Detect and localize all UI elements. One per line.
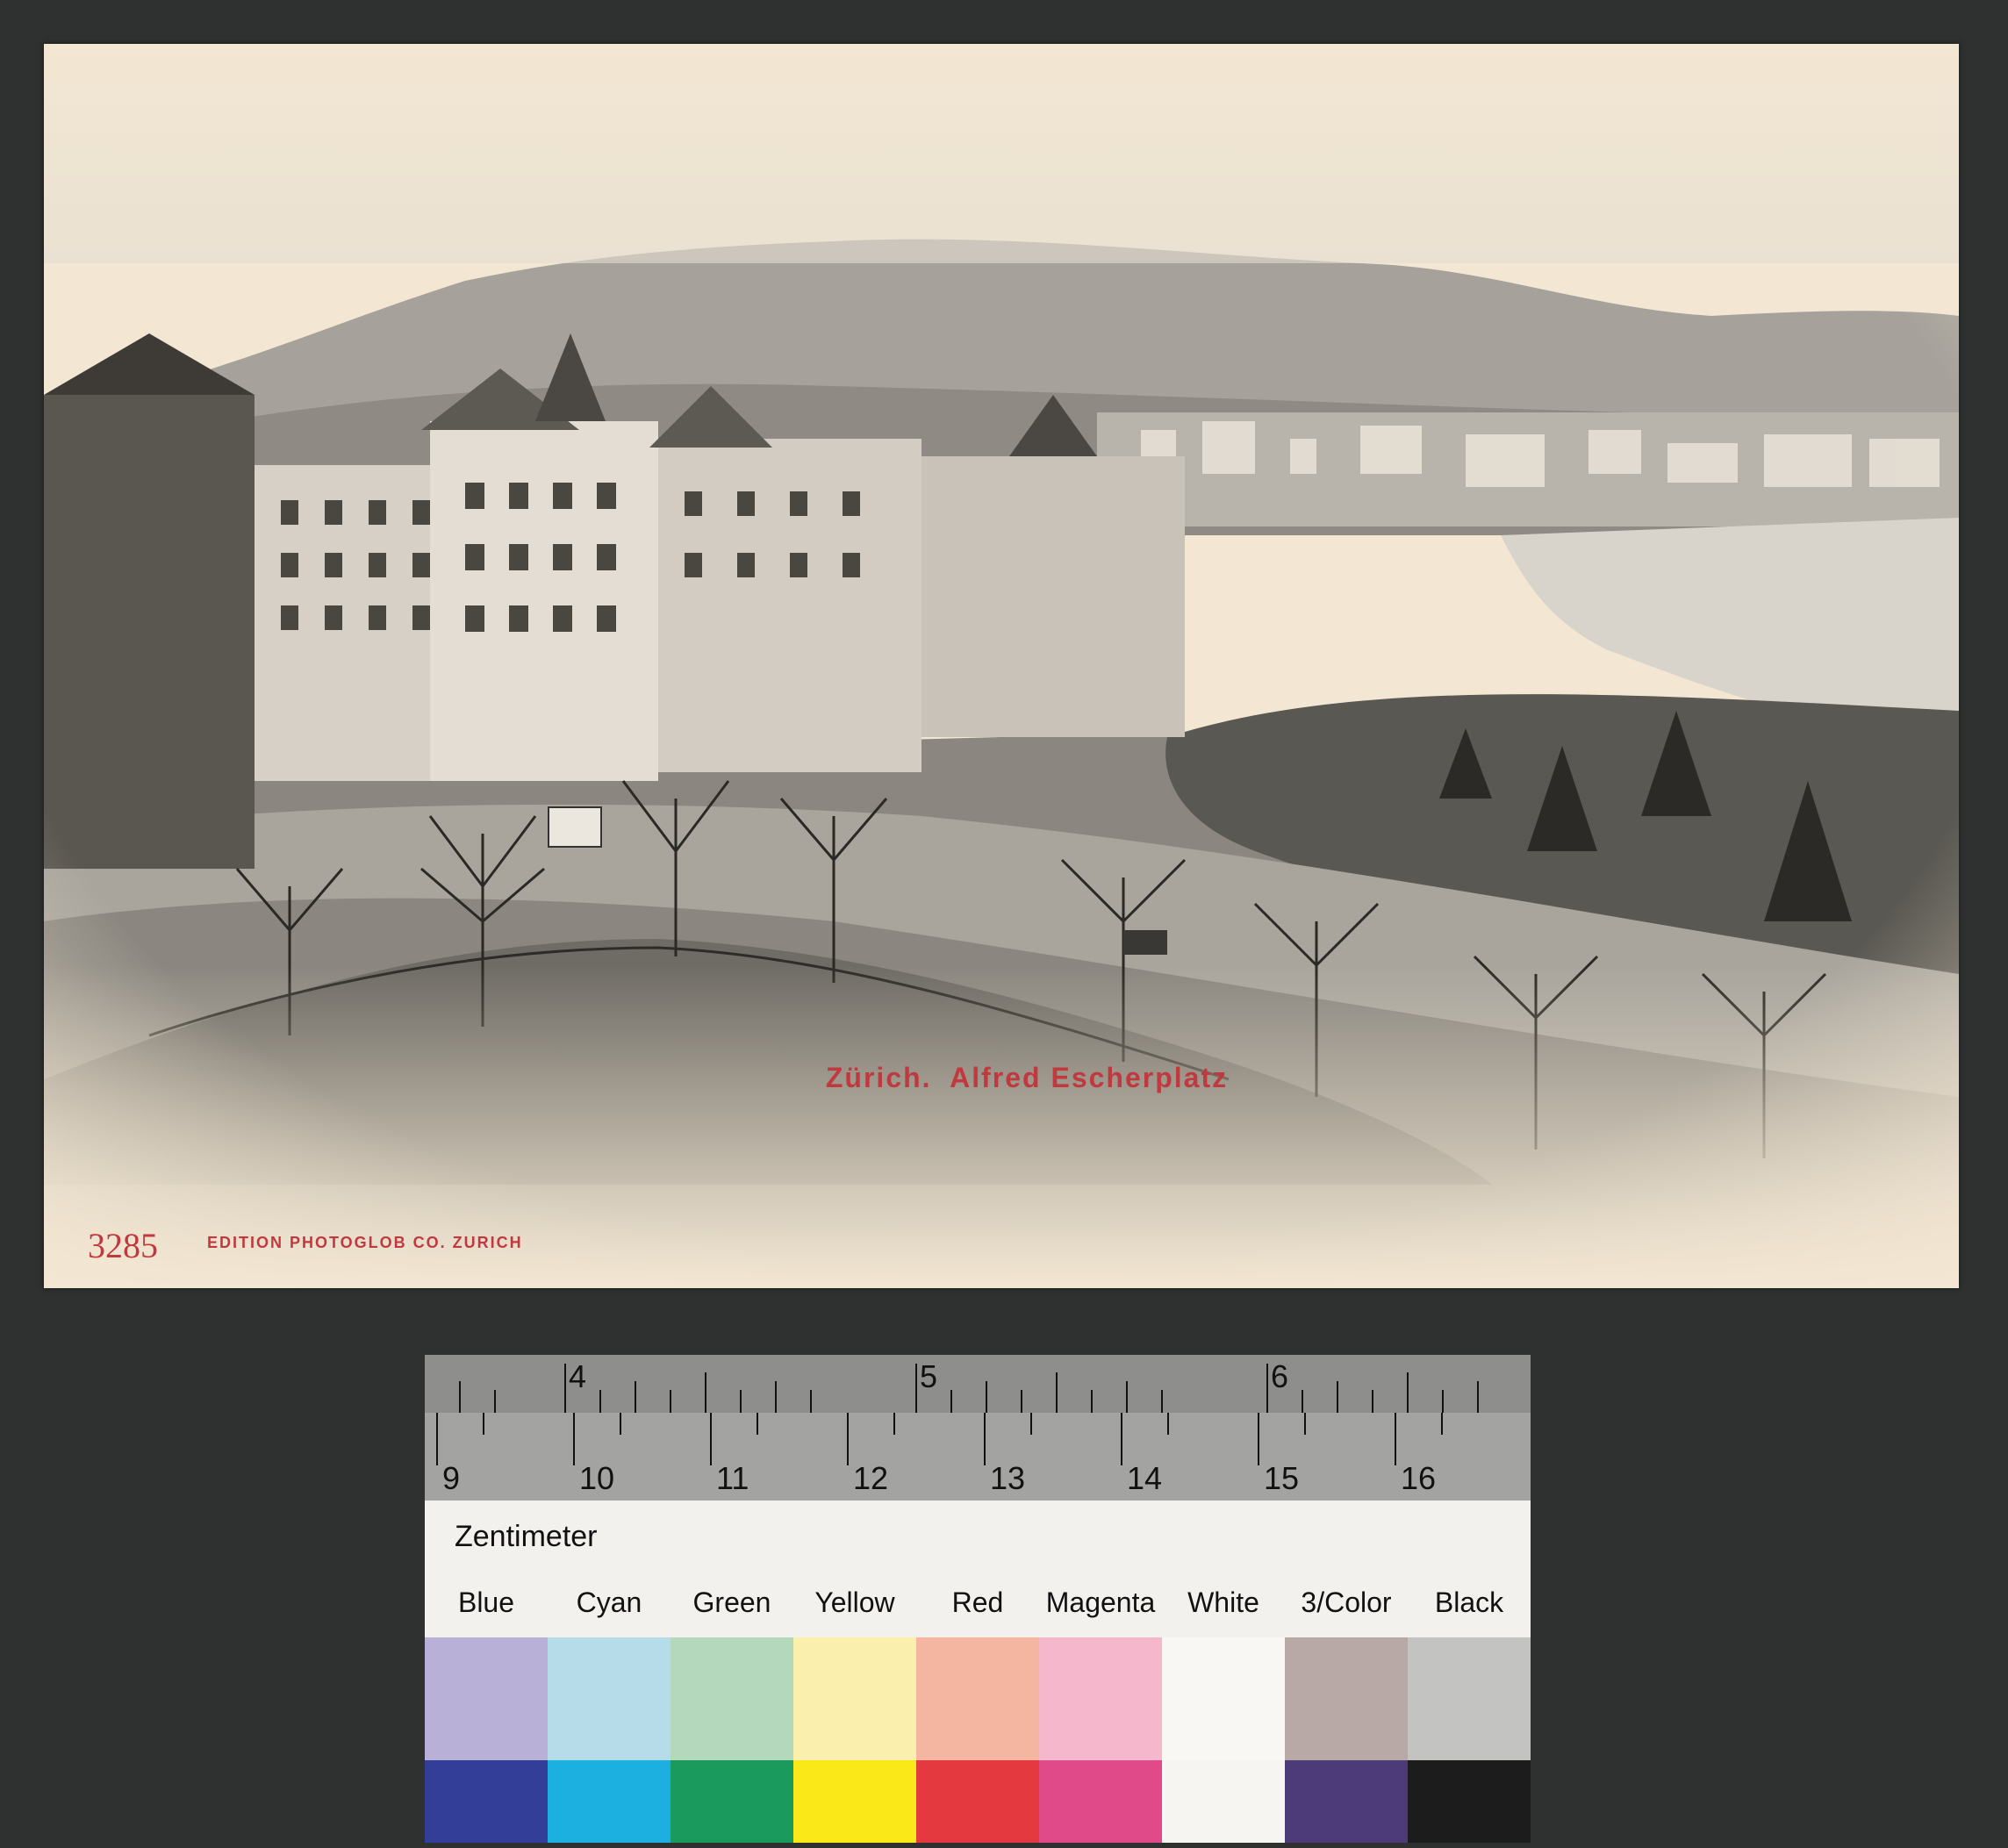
cm-label: 14 — [1127, 1460, 1163, 1496]
cm-label: 9 — [442, 1460, 461, 1496]
patch-name: Yellow — [814, 1587, 895, 1618]
patch-light — [793, 1637, 916, 1760]
patch-light — [425, 1637, 548, 1760]
cm-label: 12 — [853, 1460, 889, 1496]
units-row: Zentimeter — [425, 1501, 1531, 1577]
patch-light — [548, 1637, 671, 1760]
cm-label: 11 — [716, 1460, 749, 1496]
patch-name: 3/Color — [1301, 1587, 1392, 1618]
patch-dark — [916, 1760, 1039, 1843]
patch-dark — [1408, 1760, 1531, 1843]
cm-label: 16 — [1401, 1460, 1437, 1496]
cm-label: 10 — [579, 1460, 615, 1496]
inch-ruler: 4 5 6 — [425, 1355, 1531, 1413]
color-calibration-target: 4 5 6 9 10 11 12 13 14 15 16 Zentimeter — [425, 1355, 1531, 1843]
patch-name: Magenta — [1045, 1587, 1156, 1618]
inch-label: 5 — [920, 1358, 938, 1394]
patch-name: Blue — [457, 1587, 515, 1618]
units-label: Zentimeter — [455, 1520, 598, 1553]
publisher-imprint: EDITION PHOTOGLOB CO. ZURICH — [207, 1234, 523, 1251]
patch-name: Green — [692, 1587, 771, 1618]
postcard-caption: Zürich. Alfred Escherplatz — [825, 1062, 1229, 1093]
patch-light — [1039, 1637, 1162, 1760]
inch-label: 6 — [1271, 1358, 1289, 1394]
cm-label: 15 — [1264, 1460, 1300, 1496]
patch-dark — [1162, 1760, 1285, 1843]
patch-light — [671, 1637, 793, 1760]
patch-dark — [425, 1760, 548, 1843]
patch-dark — [671, 1760, 793, 1843]
patch-dark — [1285, 1760, 1408, 1843]
centimeter-ruler: 9 10 11 12 13 14 15 16 — [425, 1413, 1531, 1501]
postcard-number: 3285 — [88, 1226, 158, 1265]
inch-label: 4 — [569, 1358, 587, 1394]
patch-dark — [1039, 1760, 1162, 1843]
cm-label: 13 — [990, 1460, 1026, 1496]
patch-light — [1285, 1637, 1408, 1760]
patch-light — [1162, 1637, 1285, 1760]
postcard: Zürich. Alfred Escherplatz 3285 EDITION … — [44, 44, 1959, 1288]
patch-dark — [793, 1760, 916, 1843]
patch-name: Cyan — [576, 1587, 642, 1618]
patch-names-row: Blue Cyan Green Yellow Red Magenta White… — [425, 1576, 1531, 1637]
zurich-photograph — [44, 44, 1959, 1288]
patch-name: White — [1187, 1587, 1259, 1618]
patch-light — [916, 1637, 1039, 1760]
patch-name: Black — [1434, 1587, 1504, 1618]
patch-name: Red — [951, 1587, 1004, 1618]
patch-light — [1408, 1637, 1531, 1760]
inch-ruler-ticks — [459, 1364, 1479, 1413]
patch-dark — [548, 1760, 671, 1843]
